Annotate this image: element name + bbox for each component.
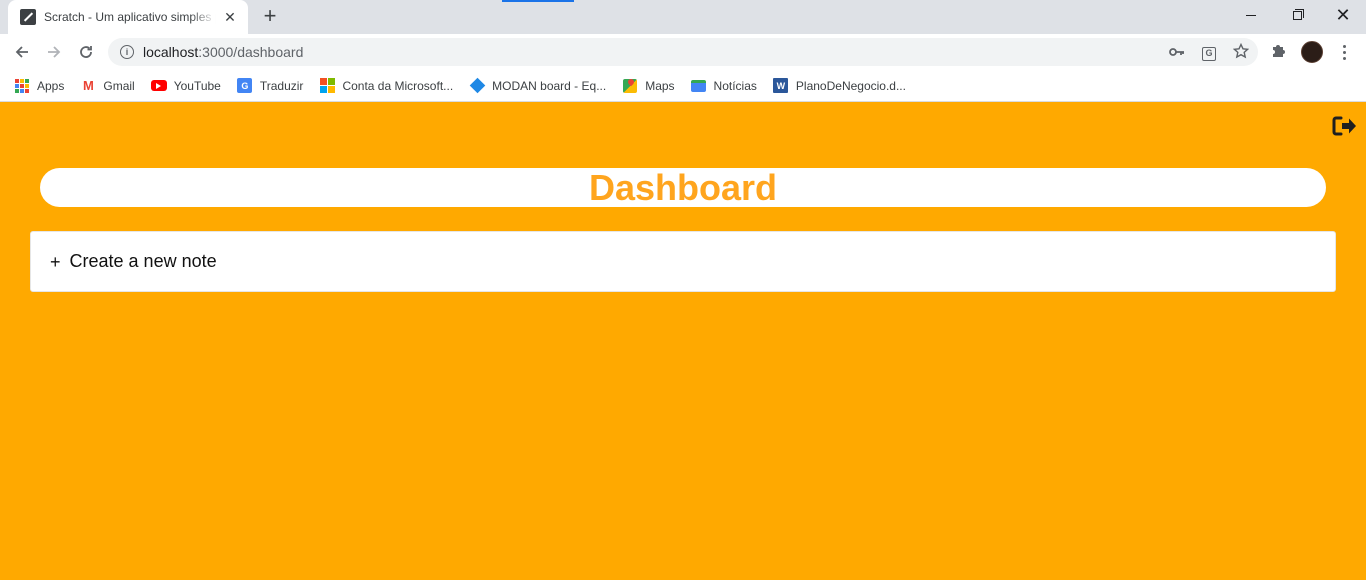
bookmark-label: PlanoDeNegocio.d... (795, 78, 906, 93)
bookmark-label: Apps (37, 78, 65, 93)
site-info-icon[interactable]: i (120, 45, 134, 59)
url-host: localhost (143, 44, 199, 60)
apps-icon (14, 78, 30, 94)
star-icon[interactable] (1232, 42, 1250, 62)
reload-button[interactable] (72, 38, 100, 66)
maps-icon (622, 78, 638, 94)
tab-title: Scratch - Um aplicativo simples p (44, 10, 216, 24)
page-title: Dashboard (588, 167, 778, 208)
extensions-puzzle-icon[interactable] (1270, 43, 1286, 64)
bookmark-youtube[interactable]: YouTube (150, 78, 221, 94)
bookmark-label: MODAN board - Eq... (492, 78, 607, 93)
sign-out-icon[interactable] (1332, 115, 1358, 137)
bookmark-label: Conta da Microsoft... (342, 78, 454, 93)
address-bar-actions: G (1168, 38, 1250, 66)
restore-button[interactable] (1274, 0, 1320, 30)
arrow-left-icon (15, 46, 28, 58)
arrow-right-icon (48, 46, 61, 58)
browser-menu-icon[interactable] (1336, 40, 1352, 64)
bookmark-gmail[interactable]: M Gmail (80, 78, 135, 94)
browser-tab-strip: Scratch - Um aplicativo simples p ✕ + ✕ (0, 0, 1366, 34)
new-tab-button[interactable]: + (258, 5, 282, 28)
minimize-button[interactable] (1228, 0, 1274, 30)
microsoft-icon (319, 78, 335, 94)
google-translate-icon: G (237, 78, 253, 94)
close-window-button[interactable]: ✕ (1320, 0, 1366, 30)
translate-icon[interactable]: G (1200, 43, 1218, 61)
reload-icon (80, 46, 92, 58)
profile-avatar[interactable] (1301, 41, 1323, 63)
create-note-button[interactable]: + Create a new note (30, 231, 1336, 292)
plus-icon: + (50, 251, 61, 272)
news-icon (691, 78, 707, 94)
bookmark-traduzir[interactable]: G Traduzir (237, 78, 304, 94)
create-note-label: Create a new note (69, 251, 217, 271)
bookmark-label: YouTube (173, 78, 221, 93)
bookmark-apps[interactable]: Apps (14, 78, 64, 94)
address-bar[interactable]: i localhost:3000/dashboard G (108, 38, 1258, 66)
modan-icon (469, 77, 485, 94)
bookmark-maps[interactable]: Maps (622, 78, 675, 94)
bookmark-planodenegocio[interactable]: W PlanoDeNegocio.d... (773, 78, 906, 94)
bookmark-label: Notícias (713, 78, 757, 93)
close-tab-icon[interactable]: ✕ (222, 9, 238, 25)
pencil-icon (20, 9, 36, 25)
browser-tab[interactable]: Scratch - Um aplicativo simples p ✕ (8, 0, 248, 34)
bookmark-modan[interactable]: MODAN board - Eq... (469, 77, 607, 94)
browser-toolbar: i localhost:3000/dashboard G (0, 34, 1366, 70)
key-icon[interactable] (1168, 44, 1186, 60)
url-text[interactable]: localhost:3000/dashboard (143, 44, 303, 60)
minimize-icon (1246, 14, 1256, 16)
bookmarks-bar: Apps M Gmail YouTube G Traduzir Conta da… (0, 70, 1366, 102)
bookmark-label: Maps (645, 78, 675, 93)
tab-loading-indicator (502, 0, 574, 2)
back-button[interactable] (8, 38, 36, 66)
url-path: :3000/dashboard (198, 44, 304, 60)
forward-button[interactable] (40, 38, 68, 66)
bookmark-microsoft[interactable]: Conta da Microsoft... (319, 78, 453, 94)
gmail-icon: M (82, 78, 94, 93)
word-icon: W (773, 78, 789, 94)
dashboard-title-bar: Dashboard (40, 168, 1326, 207)
youtube-icon (150, 78, 167, 94)
bookmark-label: Gmail (103, 78, 135, 93)
dashboard-page: Dashboard + Create a new note (0, 102, 1366, 580)
restore-icon (1292, 8, 1304, 20)
bookmark-noticias[interactable]: Notícias (691, 78, 757, 94)
bookmark-label: Traduzir (259, 78, 304, 93)
close-icon: ✕ (1335, 5, 1351, 25)
